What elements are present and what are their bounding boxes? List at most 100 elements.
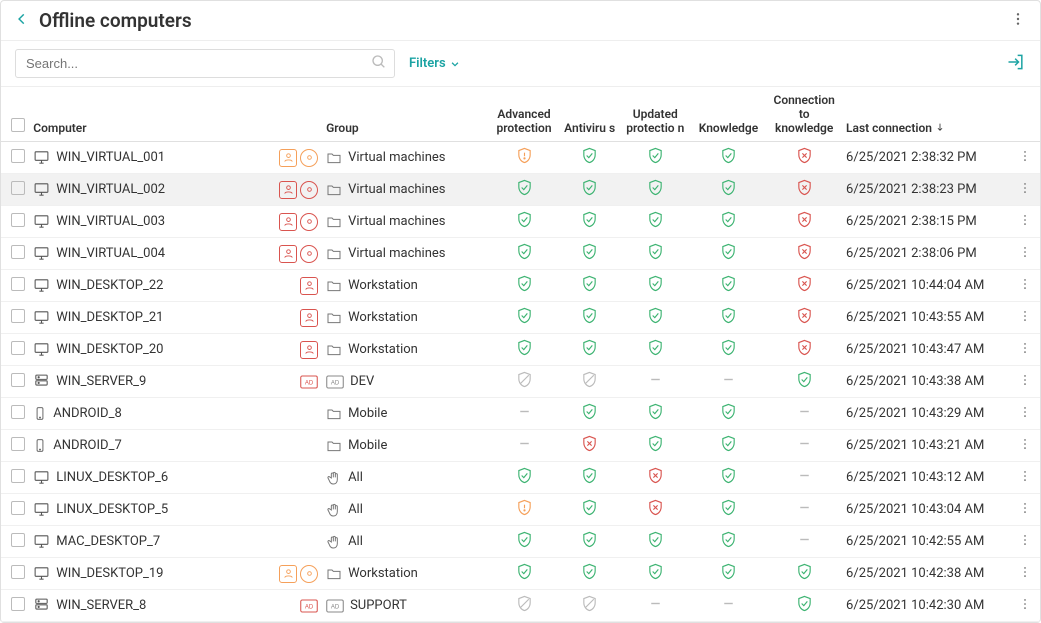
- row-checkbox[interactable]: [11, 437, 25, 451]
- row-checkbox[interactable]: [11, 469, 25, 483]
- group-icon: [326, 278, 342, 294]
- row-checkbox[interactable]: [11, 181, 25, 195]
- row-checkbox[interactable]: [11, 277, 25, 291]
- row-more-menu[interactable]: [1018, 280, 1032, 295]
- row-more-menu[interactable]: [1018, 312, 1032, 327]
- user-badge-icon: [279, 181, 297, 199]
- knowledge-icon: [720, 147, 737, 164]
- row-more-menu[interactable]: [1018, 504, 1032, 519]
- computer-name: ANDROID_8: [53, 406, 121, 421]
- row-checkbox[interactable]: [11, 309, 25, 323]
- row-checkbox[interactable]: [11, 373, 25, 387]
- page-title: Offline computers: [39, 9, 1010, 32]
- row-more-menu[interactable]: [1018, 184, 1032, 199]
- alert-badge-icon: [300, 181, 318, 199]
- svg-text:AD: AD: [305, 380, 314, 386]
- adv-protection-icon: [516, 147, 533, 164]
- row-more-menu[interactable]: [1018, 152, 1032, 167]
- ad-badge-icon: AD: [300, 373, 318, 391]
- filters-label: Filters: [409, 56, 446, 71]
- row-more-menu[interactable]: [1018, 568, 1032, 583]
- row-checkbox[interactable]: [11, 533, 25, 547]
- table-row[interactable]: ANDROID_8 Mobile 6/25/2021 10:43:29 AM: [1, 398, 1040, 430]
- search-input[interactable]: [15, 49, 395, 78]
- row-more-menu[interactable]: [1018, 600, 1032, 615]
- antivirus-icon: [581, 243, 598, 260]
- connection-icon: [796, 179, 813, 196]
- alert-badge-icon: [300, 213, 318, 231]
- updated-protection-icon: [647, 531, 664, 548]
- col-conn[interactable]: Connection to knowledge: [766, 87, 842, 142]
- table-row[interactable]: LINUX_DESKTOP_5 All 6/25/2021 10:43:04 A…: [1, 494, 1040, 526]
- knowledge-icon: [720, 435, 737, 452]
- table-row[interactable]: WIN_SERVER_8 AD AD SUPPORT 6/25/2021 10:…: [1, 590, 1040, 622]
- row-checkbox[interactable]: [11, 597, 25, 611]
- updated-protection-icon: [647, 179, 664, 196]
- table-row[interactable]: WIN_DESKTOP_21 Workstation 6/25/2021 10:…: [1, 302, 1040, 334]
- group-name: Virtual machines: [348, 246, 445, 261]
- group-icon: [326, 566, 342, 582]
- more-menu[interactable]: [1010, 11, 1026, 31]
- antivirus-icon: [581, 339, 598, 356]
- device-icon: [33, 245, 50, 262]
- table-row[interactable]: LINUX_DESKTOP_6 All 6/25/2021 10:43:12 A…: [1, 462, 1040, 494]
- computer-name: WIN_SERVER_8: [56, 598, 146, 613]
- col-upd[interactable]: Updated protectio n: [620, 87, 691, 142]
- table-row[interactable]: ANDROID_7 Mobile 6/25/2021 10:43:21 AM: [1, 430, 1040, 462]
- row-more-menu[interactable]: [1018, 344, 1032, 359]
- computer-name: WIN_VIRTUAL_003: [56, 214, 165, 229]
- filters-button[interactable]: Filters: [409, 56, 460, 71]
- alert-badge-icon: [300, 149, 318, 167]
- row-checkbox[interactable]: [11, 565, 25, 579]
- table-row[interactable]: WIN_SERVER_9 AD AD DEV 6/25/2021 10:43:3…: [1, 366, 1040, 398]
- row-checkbox[interactable]: [11, 213, 25, 227]
- adv-protection-icon: [516, 307, 533, 324]
- row-more-menu[interactable]: [1018, 216, 1032, 231]
- row-more-menu[interactable]: [1018, 376, 1032, 391]
- table-row[interactable]: MAC_DESKTOP_7 All 6/25/2021 10:42:55 AM: [1, 526, 1040, 558]
- col-computer[interactable]: Computer: [29, 87, 322, 142]
- row-checkbox[interactable]: [11, 405, 25, 419]
- computer-name: WIN_VIRTUAL_004: [56, 246, 165, 261]
- row-more-menu[interactable]: [1018, 472, 1032, 487]
- row-checkbox[interactable]: [11, 245, 25, 259]
- col-group[interactable]: Group: [322, 87, 489, 142]
- select-all-checkbox[interactable]: [11, 118, 25, 132]
- knowledge-icon: [720, 275, 737, 292]
- table-row[interactable]: WIN_DESKTOP_22 Workstation 6/25/2021 10:…: [1, 270, 1040, 302]
- updated-protection-icon: [647, 467, 664, 484]
- antivirus-icon: [581, 563, 598, 580]
- row-checkbox[interactable]: [11, 149, 25, 163]
- device-icon: [33, 565, 50, 582]
- row-more-menu[interactable]: [1018, 536, 1032, 551]
- knowledge-icon: [720, 499, 737, 516]
- computer-name: LINUX_DESKTOP_5: [56, 502, 168, 517]
- connection-icon: [796, 275, 813, 292]
- back-button[interactable]: [15, 12, 29, 30]
- row-checkbox[interactable]: [11, 341, 25, 355]
- table-row[interactable]: WIN_VIRTUAL_001 Virtual machines 6/25/20…: [1, 142, 1040, 174]
- antivirus-icon: [581, 211, 598, 228]
- table-row[interactable]: WIN_DESKTOP_19 Workstation 6/25/2021 10:…: [1, 558, 1040, 590]
- table-row[interactable]: WIN_VIRTUAL_004 Virtual machines 6/25/20…: [1, 238, 1040, 270]
- col-av[interactable]: Antiviru s: [559, 87, 620, 142]
- table-row[interactable]: WIN_DESKTOP_20 Workstation 6/25/2021 10:…: [1, 334, 1040, 366]
- row-more-menu[interactable]: [1018, 248, 1032, 263]
- computers-table: Computer Group Advanced protection Antiv…: [1, 87, 1040, 622]
- group-name: Workstation: [348, 278, 418, 293]
- table-row[interactable]: WIN_VIRTUAL_002 Virtual machines 6/25/20…: [1, 174, 1040, 206]
- last-connection: 6/25/2021 10:44:04 AM: [846, 278, 984, 293]
- col-last[interactable]: Last connection: [842, 87, 1014, 142]
- adv-protection-icon: [516, 595, 533, 612]
- row-more-menu[interactable]: [1018, 408, 1032, 423]
- table-row[interactable]: WIN_VIRTUAL_003 Virtual machines 6/25/20…: [1, 206, 1040, 238]
- adv-protection-icon: [516, 371, 533, 388]
- row-more-menu[interactable]: [1018, 440, 1032, 455]
- device-icon: [33, 181, 50, 198]
- group-name: Workstation: [348, 342, 418, 357]
- updated-protection-icon: [647, 307, 664, 324]
- col-know[interactable]: Knowledge: [691, 87, 767, 142]
- export-button[interactable]: [1006, 52, 1026, 76]
- row-checkbox[interactable]: [11, 501, 25, 515]
- col-adv[interactable]: Advanced protection: [489, 87, 560, 142]
